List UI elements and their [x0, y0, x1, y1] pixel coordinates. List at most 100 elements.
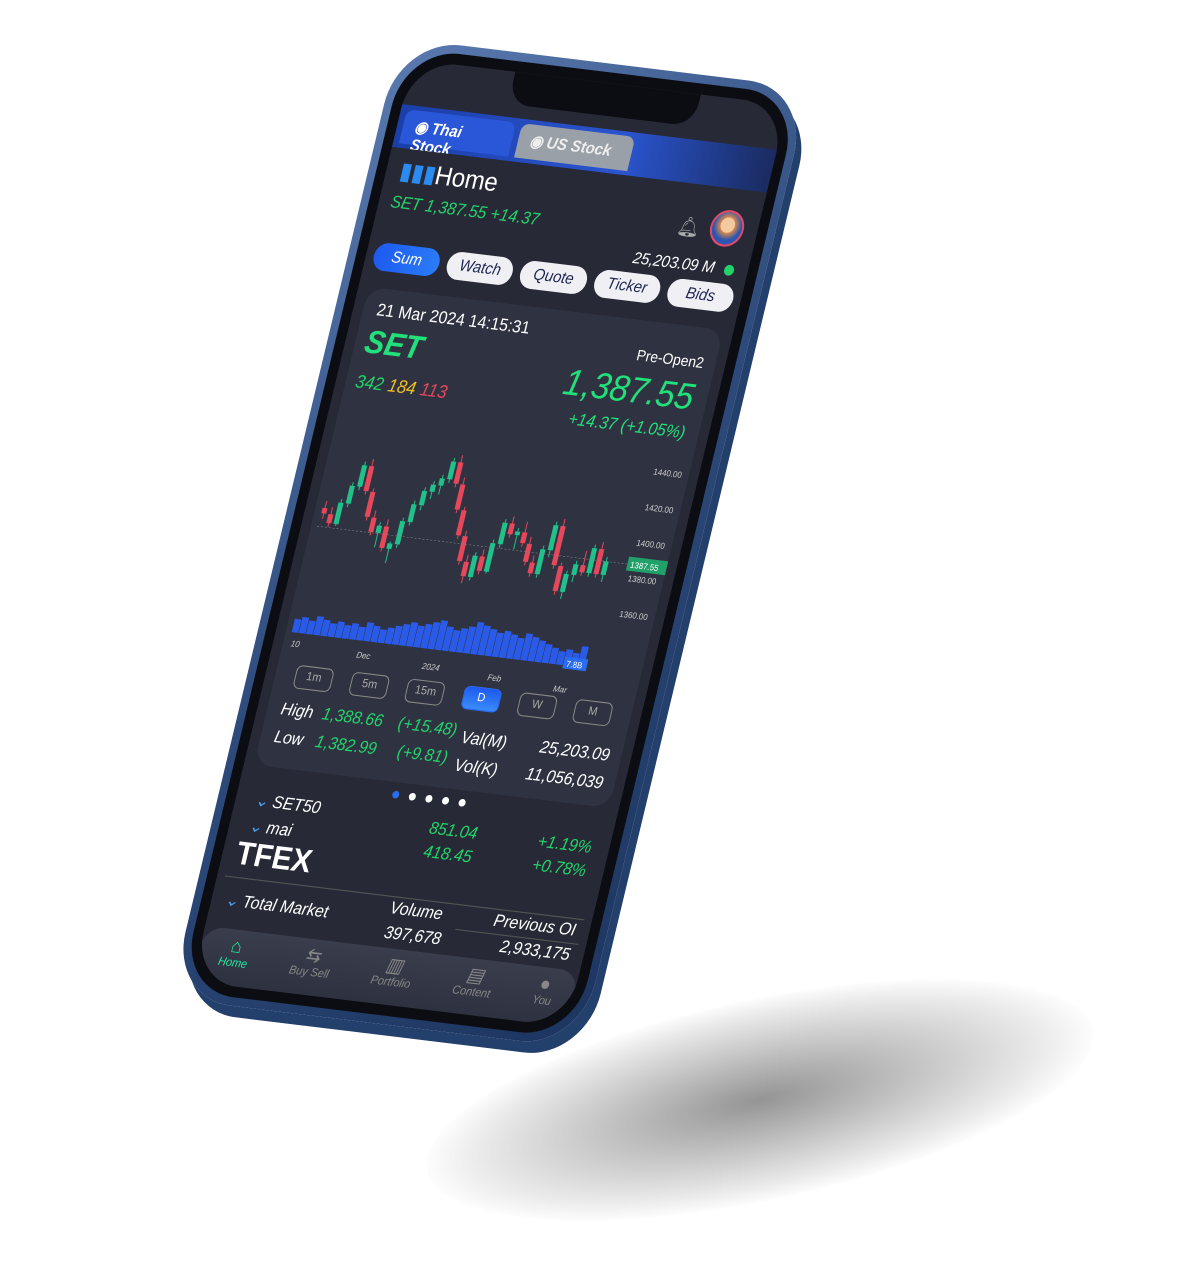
tab-bids[interactable]: Bids [664, 277, 737, 314]
nav-label: You [530, 993, 553, 1009]
y-tick-label: 1400.00 [635, 537, 666, 551]
tf-w[interactable]: W [515, 691, 559, 720]
tab-watch[interactable]: Watch [443, 250, 517, 287]
candle-body [375, 525, 383, 534]
page-dot[interactable] [390, 790, 400, 799]
set50-change: +1.19% [535, 832, 594, 858]
tab-sum[interactable]: Sum [370, 241, 443, 278]
candle-body [507, 523, 515, 535]
mai-value: 418.45 [421, 842, 474, 867]
tf-5m[interactable]: 5m [348, 671, 391, 700]
bell-icon[interactable]: 🔔︎ [675, 215, 702, 240]
avatar[interactable] [706, 208, 748, 249]
index-row-set50[interactable]: ⌄ SET50 [253, 789, 323, 818]
candle-body [527, 562, 535, 574]
candle-body [519, 532, 528, 544]
session: Pre-Open2 [634, 346, 706, 372]
index-name: SET [361, 324, 427, 367]
candle-body [438, 478, 445, 486]
nav-home[interactable]: ⌂ Home [213, 934, 254, 988]
candle-body [579, 564, 586, 573]
breadth: 342 184 113 [353, 371, 449, 403]
volume-label: Volume [387, 899, 445, 924]
candle-body [364, 491, 376, 518]
candle-body [571, 563, 579, 576]
page-dot[interactable] [457, 798, 466, 807]
tfex-title: TFEX [232, 835, 316, 880]
candle-body [497, 522, 508, 545]
unchanged-count: 184 [385, 375, 419, 399]
advance-count: 342 [353, 371, 386, 395]
user-icon: ● [537, 972, 554, 996]
tf-15m[interactable]: 15m [403, 678, 447, 707]
candle-body [368, 517, 377, 533]
index-name: mai [264, 819, 294, 841]
x-tick-label: Mar [552, 683, 569, 695]
candle-wick [513, 527, 520, 550]
candle-body [467, 555, 478, 578]
nav-portfolio[interactable]: ▥ Portfolio [365, 952, 416, 1007]
low-label: Low [272, 728, 306, 750]
decline-count: 113 [418, 379, 450, 403]
y-tick-label: 1440.00 [652, 466, 683, 480]
total-value: 25,203.09 M [630, 248, 717, 278]
vol-value: 11,056,039 [523, 765, 605, 793]
low-change: (+9.81) [395, 743, 450, 768]
candle-body [456, 535, 468, 562]
nav-buy-sell[interactable]: ⇆ Buy Sell [284, 942, 335, 997]
candlestick-chart[interactable]: 1440.001420.001400.001380.001360.001387.… [285, 413, 703, 702]
phone-mockup: ◉ Thai Stock ◉ US Stock ▮▮▮ Home SET 1,3… [169, 38, 810, 1049]
x-tick-label: 10 [290, 638, 301, 649]
page-title: Home [431, 161, 502, 198]
candle-body [429, 484, 437, 493]
status-dot [722, 264, 736, 277]
volume-label: 7.8B [565, 658, 584, 670]
page-dot[interactable] [407, 792, 417, 801]
candle-body [321, 507, 328, 514]
candle-body [514, 531, 521, 536]
val-label: Val(M) [458, 728, 509, 753]
val-value: 25,203.09 [537, 738, 612, 766]
tab-quote[interactable]: Quote [517, 259, 590, 296]
candle-body [326, 513, 334, 524]
nav-you[interactable]: ● You [527, 972, 558, 1024]
high-value: 1,388.66 [319, 705, 386, 731]
candle-body [476, 556, 485, 572]
tab-label: US Stock [544, 134, 614, 161]
low-value: 1,382.99 [313, 733, 379, 759]
high-label: High [278, 700, 316, 723]
page-dot[interactable] [424, 794, 433, 803]
set50-value: 851.04 [427, 819, 480, 844]
row-label: Total Market [240, 893, 331, 922]
nav-label: Home [216, 955, 249, 972]
candle-body [454, 484, 466, 510]
candle-body [394, 520, 406, 545]
x-tick-label: Dec [355, 649, 372, 661]
mai-change: +0.78% [530, 856, 588, 881]
candle-body [407, 503, 417, 523]
x-tick-label: 2024 [420, 660, 441, 673]
tab-ticker[interactable]: Ticker [590, 268, 664, 305]
vol-label: Vol(K) [452, 756, 500, 780]
x-tick-label: Feb [487, 672, 503, 684]
y-tick-label: 1420.00 [644, 502, 675, 516]
candle-body [386, 543, 393, 550]
high-change: (+15.48) [396, 714, 460, 740]
page-dot[interactable] [440, 796, 450, 805]
y-tick-label: 1360.00 [618, 609, 649, 623]
candle-body [455, 510, 467, 536]
tf-d[interactable]: D [459, 685, 503, 714]
set-summary: SET 1,387.55 +14.37 [388, 193, 541, 230]
candle-body [333, 502, 344, 525]
tfex-volume: 397,678 [382, 923, 443, 949]
y-tick-label: 1380.00 [627, 573, 658, 587]
candle-body [600, 561, 609, 576]
tf-m[interactable]: M [571, 698, 615, 727]
tf-1m[interactable]: 1m [292, 664, 335, 693]
candle-body [460, 561, 469, 577]
index-name: SET50 [270, 793, 323, 818]
candle-body [522, 543, 533, 563]
nav-content[interactable]: ▤ Content [447, 962, 497, 1017]
total-market-row[interactable]: ⌄ Total Market [223, 889, 331, 923]
candle-body [345, 485, 355, 504]
